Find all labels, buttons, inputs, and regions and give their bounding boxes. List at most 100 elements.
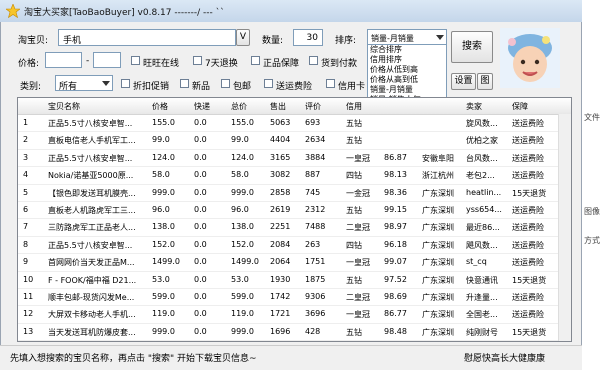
sort-option[interactable]: 综合排序: [368, 45, 446, 55]
table-cell: 0.0: [194, 222, 207, 232]
table-cell: 1742: [270, 291, 291, 301]
checkbox-credit-card[interactable]: [326, 79, 335, 88]
table-row[interactable]: 11 顺丰包邮-现货闪发Me... 599.0 0.0 599.0 1742 9306 二皇冠…: [18, 289, 571, 307]
sort-option[interactable]: 价格从高到低: [368, 75, 446, 85]
table-cell: 一皇冠: [346, 258, 370, 268]
price-max-input[interactable]: [93, 52, 121, 68]
checkbox-new[interactable]: [180, 79, 189, 88]
table-cell: 0.0: [194, 274, 207, 284]
column-header[interactable]: 总价: [231, 101, 247, 112]
table-cell: 2251: [270, 222, 291, 232]
table-cell: 顺丰包邮-现货闪发Me...: [48, 292, 135, 302]
column-header[interactable]: 价格: [152, 101, 168, 112]
column-header[interactable]: 售出: [270, 101, 286, 112]
table-cell: 送运费险: [512, 153, 544, 163]
table-row[interactable]: 7 三防路虎军工正品老人... 138.0 0.0 138.0 2251 7488 二皇冠 98…: [18, 219, 571, 237]
table-cell: 1: [23, 118, 29, 127]
table-cell: 四钻: [346, 240, 362, 250]
table-cell: 广东深圳: [422, 275, 454, 285]
column-header[interactable]: 信用: [346, 101, 362, 112]
table-cell: 广东深圳: [422, 292, 454, 302]
table-cell: 263: [305, 239, 321, 249]
settings-button[interactable]: 设置: [451, 73, 476, 90]
column-header[interactable]: 快递: [194, 101, 210, 112]
sort-select[interactable]: 销量-月销量: [367, 29, 447, 45]
table-cell: 15天退货: [512, 275, 547, 285]
image-button[interactable]: 图: [477, 73, 493, 90]
table-cell: 86.87: [384, 152, 407, 162]
sort-option[interactable]: 信用排序: [368, 55, 446, 65]
qty-input[interactable]: 30: [293, 29, 323, 46]
table-cell: 1875: [305, 274, 326, 284]
table-row[interactable]: 3 正品5.5寸八核安卓智... 124.0 0.0 124.0 3165 3884 一皇冠 8…: [18, 150, 571, 168]
baby-search-input[interactable]: 手机: [58, 29, 236, 46]
table-cell: 0.0: [194, 187, 207, 197]
column-header[interactable]: 卖家: [466, 101, 482, 112]
table-row[interactable]: 6 直板老人机路虎军工三... 96.0 0.0 96.0 2619 2312 五钻 99.15…: [18, 202, 571, 220]
table-cell: 送运费险: [512, 136, 544, 146]
image-button-label: 图: [480, 76, 490, 86]
table-row[interactable]: 9 首网网价当天发正品M... 1499.0 0.0 1499.0 2064 1751 一皇冠…: [18, 254, 571, 272]
table-cell: 98.69: [384, 291, 407, 301]
table-cell: 送运费险: [512, 205, 544, 215]
column-header[interactable]: 保障: [512, 101, 528, 112]
table-row[interactable]: 2 直板电信老人手机军工... 99.0 0.0 99.0 4404 2634 五钻 优柏之家 送…: [18, 132, 571, 150]
table-cell: 428: [305, 326, 321, 336]
table-cell: 送运费险: [512, 292, 544, 302]
table-cell: 正品5.5寸八核安卓智...: [48, 240, 133, 250]
vertical-scrollbar[interactable]: [558, 114, 571, 341]
checkbox-free-shipping[interactable]: [221, 79, 230, 88]
table-cell: 0.0: [194, 204, 207, 214]
table-cell: 138.0: [152, 222, 175, 232]
checkbox-freight-insurance[interactable]: [264, 79, 273, 88]
table-row[interactable]: 5 【银色即发送耳机膜壳... 999.0 0.0 999.0 2858 745 一金冠 98.…: [18, 185, 571, 202]
table-row[interactable]: 13 当天发送耳机防爆皮套... 999.0 0.0 999.0 1696 428 五钻 98.…: [18, 324, 571, 341]
price-min-input[interactable]: [45, 52, 82, 68]
table-cell: 999.0: [231, 326, 254, 336]
column-header[interactable]: 评价: [305, 101, 321, 112]
table-cell: 广东深圳: [422, 327, 454, 337]
table-cell: 送运费险: [512, 310, 544, 320]
column-header[interactable]: 宝贝名称: [48, 101, 80, 112]
checkbox-genuine[interactable]: [251, 56, 260, 65]
table-row[interactable]: 10 F - FOOK/福中福 D21... 53.0 0.0 53.0 1930 1875…: [18, 272, 571, 289]
checkbox-freight-insurance-label: 送运费险: [276, 82, 313, 92]
checkbox-discount[interactable]: [121, 79, 130, 88]
table-row[interactable]: 14分期+顺丰MIUI/小米 ...755.110.0755.111685102…: [18, 341, 571, 342]
table-cell: 五钻: [346, 205, 362, 215]
table-cell: 99.0: [231, 135, 249, 145]
table-cell: 2312: [305, 204, 326, 214]
table-row[interactable]: 4 Nokia/诺基亚5000原... 58.0 0.0 58.0 3082 887 四钻 98…: [18, 167, 571, 185]
price-sep: -: [86, 56, 90, 66]
table-cell: 一金冠: [346, 188, 370, 198]
table-row[interactable]: 1 正品5.5寸八核安卓智... 155.0 0.0 155.0 5063 693 五钻 旋风数…: [18, 115, 571, 133]
table-cell: 升逢量...: [466, 292, 498, 302]
table-cell: 119.0: [152, 309, 175, 319]
checkbox-wangwang[interactable]: [131, 56, 140, 65]
table-row[interactable]: 12 大屏双卡移动老人手机... 119.0 0.0 119.0 1721 3696 一皇冠 8…: [18, 306, 571, 324]
table-cell: 3082: [270, 170, 291, 180]
table-row[interactable]: 8 正品5.5寸八核安卓智... 152.0 0.0 152.0 2084 263 四钻 96.…: [18, 237, 571, 255]
table-cell: 58.0: [152, 170, 170, 180]
app-star-icon: [6, 4, 20, 18]
table-cell: 0.0: [194, 135, 207, 145]
table-cell: 99.07: [384, 257, 407, 267]
checkbox-7day[interactable]: [193, 56, 202, 65]
checkbox-cod[interactable]: [309, 56, 318, 65]
search-button[interactable]: 搜索: [451, 31, 493, 63]
category-select[interactable]: 所有: [55, 75, 113, 92]
table-cell: 广东深圳: [422, 188, 454, 198]
table-cell: 599.0: [152, 291, 175, 301]
table-cell: 广东深圳: [422, 223, 454, 233]
table-cell: 7: [23, 222, 29, 232]
table-cell: 6: [23, 204, 29, 214]
sort-option[interactable]: 销量-月销量: [368, 85, 446, 95]
history-dropdown-button[interactable]: V: [236, 29, 250, 46]
table-cell: 887: [305, 170, 321, 180]
table-cell: 广东深圳: [422, 205, 454, 215]
table-cell: 98.13: [384, 170, 407, 180]
table-cell: 999.0: [152, 187, 175, 197]
sort-option[interactable]: 价格从低到高: [368, 65, 446, 75]
table-cell: 直板老人机路虎军工三...: [48, 205, 136, 215]
table-cell: 纯刚财号: [466, 327, 498, 337]
